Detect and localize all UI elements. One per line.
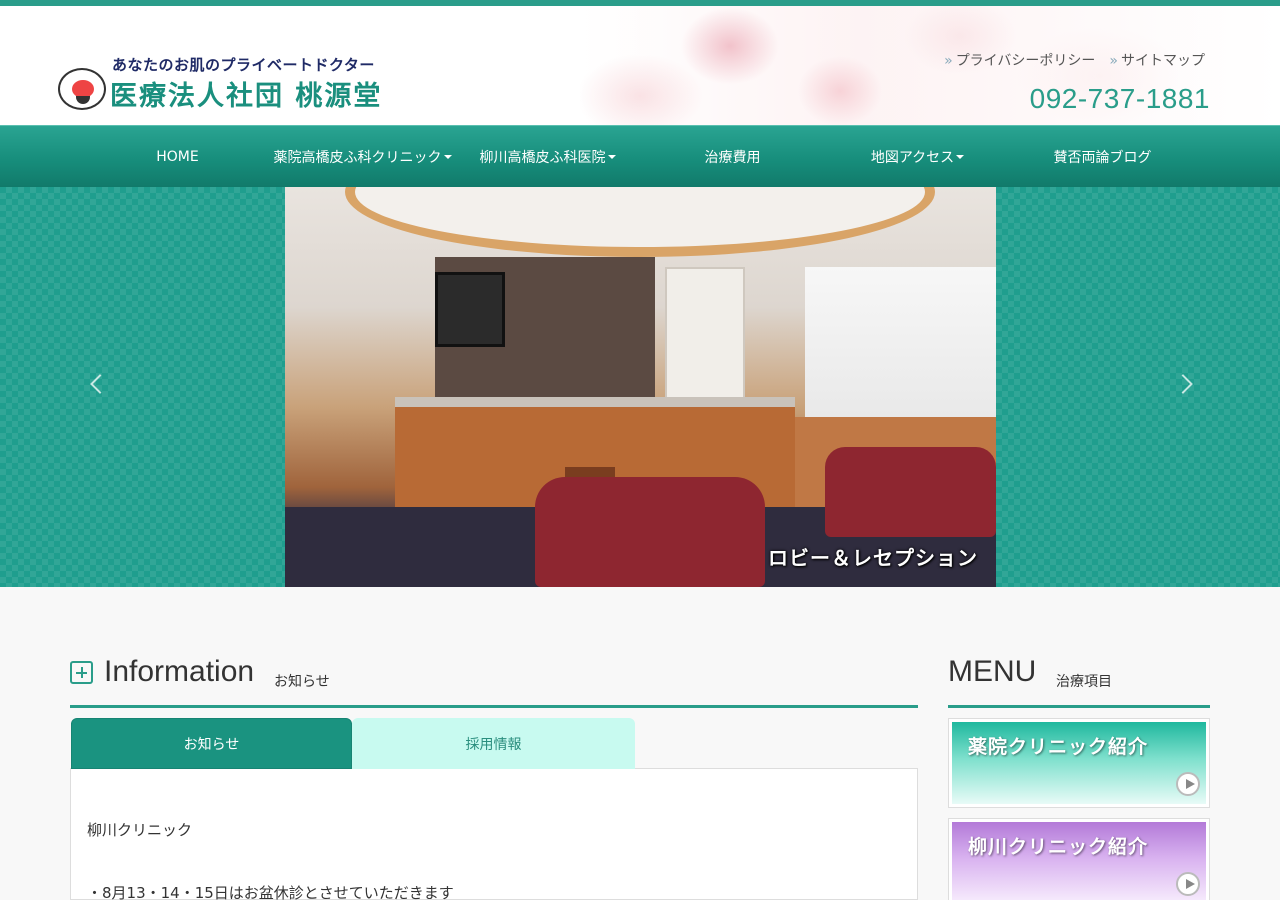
carousel-next-icon[interactable] — [1173, 374, 1193, 394]
banner-label: 薬院クリニック紹介 — [968, 736, 1149, 758]
plus-square-icon — [70, 661, 93, 684]
raquo-icon: » — [944, 53, 953, 69]
logo-mascot-icon — [58, 68, 106, 110]
news-panel: 柳川クリニック ・8月13・14・15日はお盆休診とさせていただきます — [70, 769, 918, 900]
main-nav: HOME 薬院高橋皮ふ科クリニック 柳川高橋皮ふ科医院 治療費用 地図アクセス … — [0, 125, 1280, 187]
utility-links: » プライバシーポリシー » サイトマップ — [944, 50, 1205, 70]
slide-caption: ロビー＆レセプション — [768, 546, 978, 570]
information-subtitle: お知らせ — [274, 674, 330, 690]
play-arrow-icon — [1176, 772, 1200, 796]
tab-news[interactable]: お知らせ — [71, 718, 352, 769]
sitemap-link[interactable]: » サイトマップ — [1109, 50, 1205, 70]
nav-item-yakuin-clinic[interactable]: 薬院高橋皮ふ科クリニック — [270, 126, 455, 188]
privacy-policy-link[interactable]: » プライバシーポリシー — [944, 50, 1095, 70]
news-line: ・8月13・14・15日はお盆休診とさせていただきます — [87, 884, 454, 900]
nav-item-blog[interactable]: 賛否両論ブログ — [1010, 126, 1195, 188]
tab-recruitment[interactable]: 採用情報 — [352, 718, 635, 769]
menu-heading: MENU 治療項目 — [948, 655, 1210, 708]
caret-down-icon — [607, 155, 616, 159]
banner-label: 柳川クリニック紹介 — [968, 836, 1149, 858]
news-line: 柳川クリニック — [87, 821, 193, 839]
nav-item-access[interactable]: 地図アクセス — [825, 126, 1010, 188]
logo-org-name: 医療法人社団 桃源堂 — [110, 81, 383, 112]
caret-down-icon — [443, 155, 452, 159]
hero-carousel: ロビー＆レセプション — [0, 187, 1280, 587]
information-heading: Information お知らせ — [70, 655, 918, 708]
menu-title: MENU — [948, 655, 1037, 688]
carousel-prev-icon[interactable] — [90, 374, 110, 394]
logo-tagline: あなたのお肌のプライベートドクター — [112, 56, 375, 74]
raquo-icon: » — [1109, 53, 1118, 69]
nav-item-fees[interactable]: 治療費用 — [640, 126, 825, 188]
site-header: あなたのお肌のプライベートドクター 医療法人社団 桃源堂 » プライバシーポリシー… — [0, 6, 1280, 125]
nav-item-yanagawa-clinic[interactable]: 柳川高橋皮ふ科医院 — [455, 126, 640, 188]
yanagawa-clinic-banner[interactable]: 柳川クリニック紹介 — [948, 818, 1210, 900]
site-logo[interactable]: あなたのお肌のプライベートドクター 医療法人社団 桃源堂 — [58, 54, 418, 114]
yakuin-clinic-banner[interactable]: 薬院クリニック紹介 — [948, 718, 1210, 808]
carousel-slide-image: ロビー＆レセプション — [285, 187, 996, 587]
information-title: Information — [104, 655, 255, 688]
nav-item-home[interactable]: HOME — [85, 126, 270, 188]
play-arrow-icon — [1176, 872, 1200, 896]
phone-number[interactable]: 092-737-1881 — [1030, 83, 1210, 115]
menu-subtitle: 治療項目 — [1056, 674, 1112, 690]
caret-down-icon — [956, 155, 965, 159]
information-tabs: お知らせ 採用情報 — [70, 718, 918, 769]
